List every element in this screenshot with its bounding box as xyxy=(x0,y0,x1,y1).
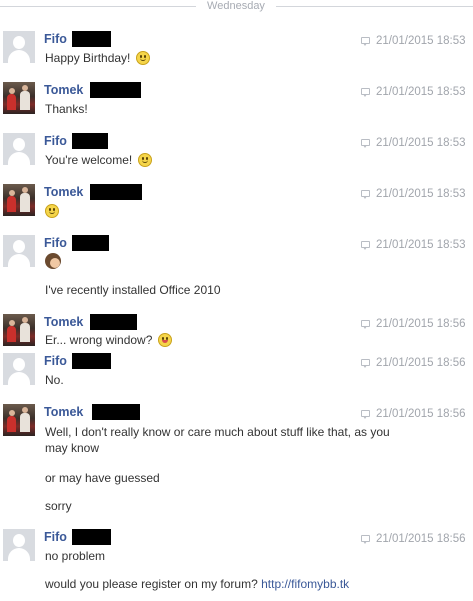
message-text: You're welcome! xyxy=(45,152,152,168)
message-text: Happy Birthday! xyxy=(45,50,150,66)
redacted-surname xyxy=(90,184,142,200)
message-text: or may have guessed xyxy=(45,471,160,485)
face-sticker-icon xyxy=(45,253,61,269)
redacted-surname xyxy=(90,314,137,330)
redacted-surname xyxy=(90,82,141,98)
timestamp: 21/01/2015 18:56 xyxy=(361,317,473,331)
avatar-fifo[interactable] xyxy=(3,353,35,385)
redacted-surname xyxy=(72,31,111,47)
message-text: no problem xyxy=(45,549,106,563)
day-divider: Wednesday xyxy=(0,0,473,14)
sender-name[interactable]: Tomek xyxy=(44,83,83,97)
sender-name[interactable]: Fifo xyxy=(44,134,67,148)
timestamp: 21/01/2015 18:56 xyxy=(361,356,473,370)
grin-emoticon-icon xyxy=(45,204,59,218)
redacted-surname xyxy=(72,235,109,251)
message-bubble-icon xyxy=(361,241,370,250)
timestamp: 21/01/2015 18:53 xyxy=(361,136,473,150)
avatar-fifo[interactable] xyxy=(3,529,35,561)
message-text: sorry xyxy=(45,499,72,513)
redacted-surname xyxy=(72,353,111,369)
timestamp: 21/01/2015 18:56 xyxy=(361,407,473,421)
avatar-tomek[interactable] xyxy=(3,404,35,436)
avatar-tomek[interactable] xyxy=(3,184,35,216)
message-bubble-icon xyxy=(361,139,370,148)
message-bubble-icon xyxy=(361,320,370,329)
day-divider-label: Wednesday xyxy=(207,0,265,12)
avatar-tomek[interactable] xyxy=(3,82,35,114)
message-text: No. xyxy=(45,373,64,387)
sender-name[interactable]: Fifo xyxy=(44,354,67,368)
smiley-emoticon-icon xyxy=(137,153,152,167)
timestamp: 21/01/2015 18:53 xyxy=(361,238,473,252)
sender-name[interactable]: Tomek xyxy=(44,405,83,419)
message-bubble-icon xyxy=(361,37,370,46)
smiley-emoticon-icon xyxy=(135,51,150,65)
message-bubble-icon xyxy=(361,410,370,419)
timestamp: 21/01/2015 18:53 xyxy=(361,34,473,48)
sender-name[interactable]: Tomek xyxy=(44,315,83,329)
avatar-fifo[interactable] xyxy=(3,133,35,165)
message-text: I've recently installed Office 2010 xyxy=(45,283,221,297)
sender-name[interactable]: Fifo xyxy=(44,530,67,544)
avatar-fifo[interactable] xyxy=(3,31,35,63)
message-bubble-icon xyxy=(361,88,370,97)
redacted-surname xyxy=(72,529,111,545)
message-text: Er... wrong window? xyxy=(45,332,172,348)
divider-line-left xyxy=(0,6,196,7)
message-bubble-icon xyxy=(361,190,370,199)
redacted-surname xyxy=(72,133,108,149)
forum-link[interactable]: http://fifomybb.tk xyxy=(261,577,349,591)
avatar-fifo[interactable] xyxy=(3,235,35,267)
redacted-surname xyxy=(92,404,140,420)
tongue-emoticon-icon xyxy=(157,333,172,347)
avatar-tomek[interactable] xyxy=(3,314,35,346)
timestamp: 21/01/2015 18:53 xyxy=(361,85,473,99)
message-text: Thanks! xyxy=(45,102,88,116)
sender-name[interactable]: Tomek xyxy=(44,185,83,199)
divider-line-right xyxy=(276,6,473,7)
message-text: would you please register on my forum? h… xyxy=(45,577,350,591)
message-bubble-icon xyxy=(361,535,370,544)
message-text xyxy=(45,203,59,219)
sender-name[interactable]: Fifo xyxy=(44,32,67,46)
message-bubble-icon xyxy=(361,359,370,368)
sender-name[interactable]: Fifo xyxy=(44,236,67,250)
timestamp: 21/01/2015 18:53 xyxy=(361,187,473,201)
timestamp: 21/01/2015 18:56 xyxy=(361,532,473,546)
message-text: Well, I don't really know or care much a… xyxy=(45,425,390,455)
